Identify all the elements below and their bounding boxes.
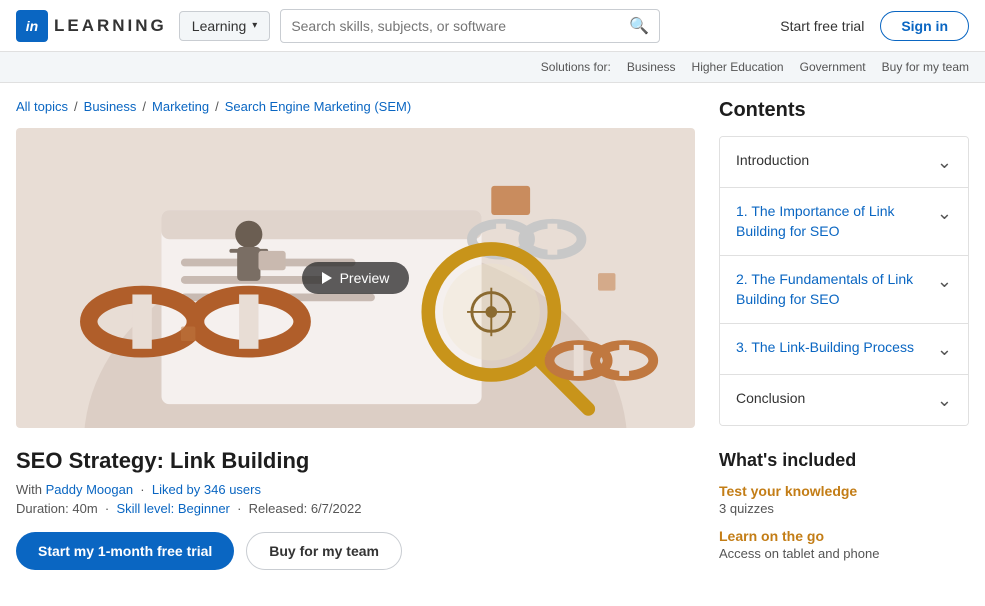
solutions-higher-ed-link[interactable]: Higher Education <box>692 60 784 74</box>
contents-item-label: 2. The Fundamentals of Link Building for… <box>736 270 929 309</box>
contents-item-process[interactable]: 3. The Link-Building Process ⌄ <box>720 324 968 375</box>
header-right: Start free trial Sign in <box>780 11 969 41</box>
included-item-mobile: Learn on the go Access on tablet and pho… <box>719 528 969 561</box>
breadcrumb-sem[interactable]: Search Engine Marketing (SEM) <box>225 99 411 114</box>
solutions-government-link[interactable]: Government <box>800 60 866 74</box>
chevron-down-icon: ⌄ <box>937 203 952 224</box>
logo-text: LEARNING <box>54 16 167 36</box>
included-item-mobile-desc: Access on tablet and phone <box>719 546 969 561</box>
contents-item-introduction[interactable]: Introduction ⌄ <box>720 137 968 188</box>
chevron-down-icon: ⌄ <box>937 271 952 292</box>
whats-included-title: What's included <box>719 450 969 471</box>
chevron-down-icon: ⌄ <box>937 390 952 411</box>
included-item-quizzes-desc: 3 quizzes <box>719 501 969 516</box>
solutions-label: Solutions for: <box>541 60 611 74</box>
course-title: SEO Strategy: Link Building <box>16 448 695 474</box>
breadcrumb: All topics / Business / Marketing / Sear… <box>16 99 695 114</box>
header: in LEARNING Learning ▾ 🔍 Start free tria… <box>0 0 985 52</box>
course-image: Preview <box>16 128 695 428</box>
breadcrumb-all-topics[interactable]: All topics <box>16 99 68 114</box>
contents-item-label: 1. The Importance of Link Building for S… <box>736 202 929 241</box>
duration-text: Duration: 40m <box>16 501 98 516</box>
contents-title: Contents <box>719 99 969 122</box>
solutions-buy-link[interactable]: Buy for my team <box>882 60 969 74</box>
contents-item-label: Conclusion <box>736 389 929 409</box>
solutions-business-link[interactable]: Business <box>627 60 676 74</box>
left-column: All topics / Business / Marketing / Sear… <box>16 99 695 573</box>
instructor-link[interactable]: Paddy Moogan <box>46 482 133 497</box>
search-input[interactable] <box>291 18 629 34</box>
start-trial-button[interactable]: Start my 1-month free trial <box>16 532 234 570</box>
chevron-down-icon: ⌄ <box>937 339 952 360</box>
linkedin-logo-icon: in <box>16 10 48 42</box>
preview-button[interactable]: Preview <box>302 262 410 294</box>
play-icon <box>322 272 332 284</box>
right-column: Contents Introduction ⌄ 1. The Importanc… <box>719 99 969 573</box>
search-icon[interactable]: 🔍 <box>629 16 649 36</box>
chevron-down-icon: ⌄ <box>937 152 952 173</box>
start-free-trial-button[interactable]: Start free trial <box>780 18 864 34</box>
included-item-quizzes: Test your knowledge 3 quizzes <box>719 483 969 516</box>
contents-item-label: 3. The Link-Building Process <box>736 338 929 358</box>
learning-dropdown[interactable]: Learning ▾ <box>179 11 271 41</box>
search-bar: 🔍 <box>280 9 660 43</box>
solutions-bar: Solutions for: Business Higher Education… <box>0 52 985 83</box>
included-item-quizzes-title: Test your knowledge <box>719 483 969 499</box>
breadcrumb-marketing[interactable]: Marketing <box>152 99 209 114</box>
contents-item-fundamentals[interactable]: 2. The Fundamentals of Link Building for… <box>720 256 968 324</box>
contents-list: Introduction ⌄ 1. The Importance of Link… <box>719 136 969 426</box>
breadcrumb-business[interactable]: Business <box>84 99 137 114</box>
skill-level-link[interactable]: Skill level: Beginner <box>116 501 229 516</box>
logo-area: in LEARNING <box>16 10 167 42</box>
course-meta-details: Duration: 40m · Skill level: Beginner · … <box>16 501 695 516</box>
contents-item-conclusion[interactable]: Conclusion ⌄ <box>720 375 968 425</box>
cta-buttons: Start my 1-month free trial Buy for my t… <box>16 532 695 570</box>
course-meta-instructor: With Paddy Moogan · Liked by 346 users <box>16 482 695 497</box>
buy-for-team-button[interactable]: Buy for my team <box>246 532 402 570</box>
chevron-down-icon: ▾ <box>252 20 257 31</box>
contents-item-importance[interactable]: 1. The Importance of Link Building for S… <box>720 188 968 256</box>
main-content: All topics / Business / Marketing / Sear… <box>0 83 985 589</box>
included-item-mobile-title: Learn on the go <box>719 528 969 544</box>
released-text: Released: 6/7/2022 <box>249 501 362 516</box>
liked-count: Liked by 346 users <box>152 482 261 497</box>
sign-in-button[interactable]: Sign in <box>880 11 969 41</box>
contents-item-label: Introduction <box>736 151 929 171</box>
